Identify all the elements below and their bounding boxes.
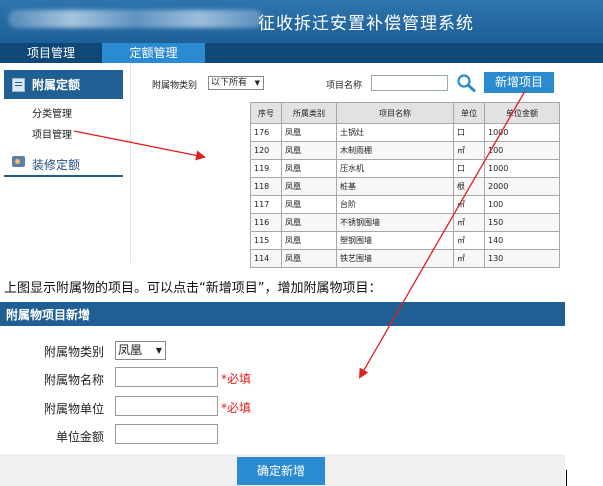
type-label: 附属物类别 bbox=[43, 345, 104, 359]
table-row[interactable]: 119 凤凰 压水机口 1000 bbox=[250, 159, 560, 178]
cell-name: 桩基 bbox=[336, 177, 454, 196]
search-icon[interactable] bbox=[456, 74, 476, 92]
instruction-text: 上图显示附属物的项目。可以点击“新增项目”，增加附属物项目： bbox=[4, 281, 382, 296]
cell-name: 木制雨棚 bbox=[336, 141, 454, 160]
cell-amount: 1000 bbox=[484, 123, 560, 142]
cell-category: 凤凰 bbox=[281, 195, 337, 214]
cell-unit: 口 bbox=[453, 123, 485, 142]
cell-name: 塑钢围墙 bbox=[336, 231, 454, 250]
sidebar-section-label: 装修定额 bbox=[32, 158, 81, 172]
cell-category: 凤凰 bbox=[281, 123, 337, 142]
cell-amount: 100 bbox=[484, 195, 560, 214]
cell-amount: 100 bbox=[484, 141, 560, 160]
column-header-serial: 序号 bbox=[250, 102, 282, 124]
cell-name: 台阶 bbox=[336, 195, 454, 214]
cell-unit: 口 bbox=[453, 159, 485, 178]
cell-unit: ㎡ bbox=[453, 231, 485, 250]
cell-category: 凤凰 bbox=[281, 213, 337, 232]
project-name-input[interactable] bbox=[371, 75, 448, 91]
sidebar-section-label: 附属定额 bbox=[32, 78, 81, 92]
cell-serial: 114 bbox=[250, 249, 282, 268]
type-select-value: 凤凰 bbox=[118, 343, 143, 357]
chevron-down-icon: ▼ bbox=[155, 346, 162, 355]
cell-name: 铁艺围墙 bbox=[336, 249, 454, 268]
sidebar-item-category-management[interactable]: 分类管理 bbox=[32, 105, 72, 120]
cell-name: 不锈钢围墙 bbox=[336, 213, 454, 232]
required-marker: *必填 bbox=[221, 401, 252, 415]
form-header: 附属物项目新增 bbox=[0, 302, 565, 326]
tab-quota-management[interactable]: 定额管理 bbox=[102, 43, 205, 63]
table-row[interactable]: 176 凤凰 土锅灶口 1000 bbox=[250, 123, 560, 142]
cell-serial: 118 bbox=[250, 177, 282, 196]
book-icon bbox=[12, 78, 25, 92]
cell-serial: 120 bbox=[250, 141, 282, 160]
sidebar-item-project-management[interactable]: 项目管理 bbox=[32, 126, 72, 141]
required-marker: *必填 bbox=[221, 372, 252, 386]
add-project-button[interactable]: 新增项目 bbox=[484, 72, 554, 93]
table-row[interactable]: 115 凤凰 塑钢围墙㎡ 140 bbox=[250, 231, 560, 250]
table-row[interactable]: 114 凤凰 铁艺围墙㎡ 130 bbox=[250, 249, 560, 268]
text-cursor bbox=[566, 470, 567, 486]
items-table: 序号 所属类别 项目名称 单位 单位金额 176 凤凰 土锅灶口 1000 120 凤凰… bbox=[250, 102, 560, 268]
type-select[interactable]: 凤凰 ▼ bbox=[115, 341, 166, 360]
filter-bar: 附属物类别 以下所有 ▼ 项目名称 新增项目 bbox=[138, 72, 558, 94]
column-header-category: 所属类别 bbox=[281, 102, 337, 124]
attachment-name-input[interactable] bbox=[115, 367, 218, 387]
category-filter-select[interactable]: 以下所有 ▼ bbox=[208, 76, 264, 90]
confirm-add-button[interactable]: 确定新增 bbox=[237, 457, 325, 485]
sidebar-section-attachment-quota[interactable]: 附属定额 bbox=[4, 70, 123, 99]
cell-amount: 150 bbox=[484, 213, 560, 232]
column-header-amount: 单位金额 bbox=[484, 102, 560, 124]
cell-unit: 根 bbox=[453, 177, 485, 196]
table-header-row: 序号 所属类别 项目名称 单位 单位金额 bbox=[250, 102, 560, 124]
cell-unit: ㎡ bbox=[453, 249, 485, 268]
cell-serial: 119 bbox=[250, 159, 282, 178]
cell-unit: ㎡ bbox=[453, 195, 485, 214]
category-filter-value: 以下所有 bbox=[211, 78, 248, 88]
unit-amount-input[interactable] bbox=[115, 424, 218, 444]
cell-name: 土锅灶 bbox=[336, 123, 454, 142]
app-header: 征收拆迁安置补偿管理系统 bbox=[0, 0, 603, 43]
form-footer: 确定新增 bbox=[0, 454, 565, 486]
amount-label: 单位金额 bbox=[55, 430, 104, 444]
cell-amount: 140 bbox=[484, 231, 560, 250]
cell-category: 凤凰 bbox=[281, 249, 337, 268]
cell-serial: 176 bbox=[250, 123, 282, 142]
cell-category: 凤凰 bbox=[281, 141, 337, 160]
column-header-name: 项目名称 bbox=[336, 102, 454, 124]
tab-project-management[interactable]: 项目管理 bbox=[0, 43, 102, 63]
column-header-unit: 单位 bbox=[453, 102, 485, 124]
category-filter-label: 附属物类别 bbox=[152, 81, 198, 91]
blurred-title-region bbox=[8, 10, 263, 28]
unit-label: 附属物单位 bbox=[43, 402, 104, 416]
cell-amount: 130 bbox=[484, 249, 560, 268]
sidebar-section-decoration-quota[interactable]: 装修定额 bbox=[4, 151, 123, 177]
system-title: 征收拆迁安置补偿管理系统 bbox=[258, 14, 474, 34]
sidebar: 附属定额 分类管理 项目管理 装修定额 bbox=[0, 63, 131, 263]
cell-unit: ㎡ bbox=[453, 213, 485, 232]
cell-category: 凤凰 bbox=[281, 159, 337, 178]
table-row[interactable]: 116 凤凰 不锈钢围墙㎡ 150 bbox=[250, 213, 560, 232]
top-nav: 项目管理 定额管理 bbox=[0, 43, 603, 63]
cell-unit: ㎡ bbox=[453, 141, 485, 160]
cell-serial: 116 bbox=[250, 213, 282, 232]
cell-amount: 2000 bbox=[484, 177, 560, 196]
table-row[interactable]: 118 凤凰 桩基根 2000 bbox=[250, 177, 560, 196]
cell-serial: 117 bbox=[250, 195, 282, 214]
cell-serial: 115 bbox=[250, 231, 282, 250]
table-row[interactable]: 117 凤凰 台阶㎡ 100 bbox=[250, 195, 560, 214]
cell-amount: 1000 bbox=[484, 159, 560, 178]
cell-category: 凤凰 bbox=[281, 231, 337, 250]
cell-name: 压水机 bbox=[336, 159, 454, 178]
attachment-unit-input[interactable] bbox=[115, 396, 218, 416]
name-label: 附属物名称 bbox=[43, 373, 104, 387]
chevron-down-icon: ▼ bbox=[254, 79, 260, 87]
cell-category: 凤凰 bbox=[281, 177, 337, 196]
table-row[interactable]: 120 凤凰 木制雨棚㎡ 100 bbox=[250, 141, 560, 160]
project-name-label: 项目名称 bbox=[326, 81, 363, 91]
decoration-icon bbox=[12, 156, 25, 167]
form-title: 附属物项目新增 bbox=[6, 308, 91, 322]
